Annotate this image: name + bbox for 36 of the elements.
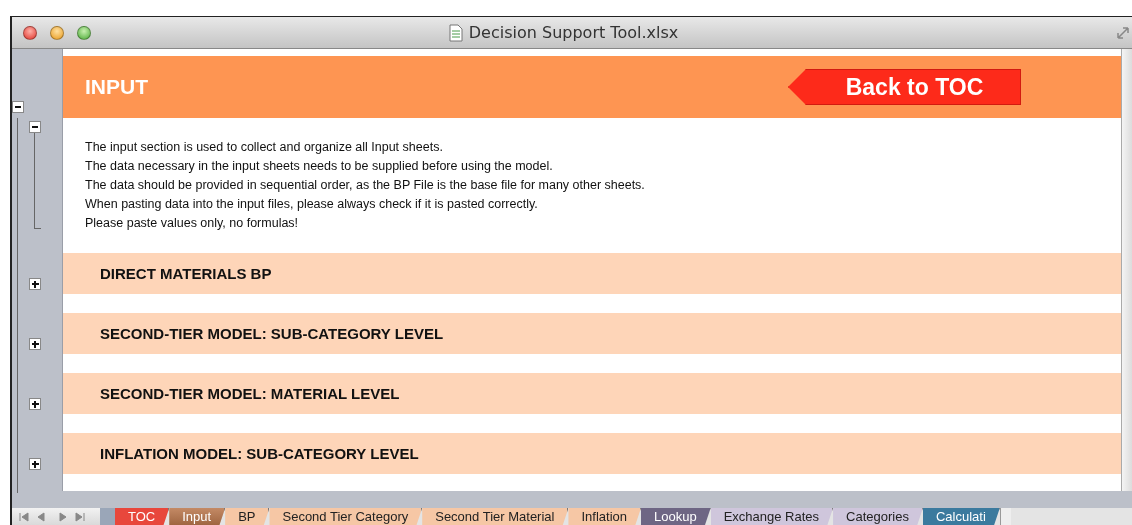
instruction-text: When pasting data into the input files, please always check if it is pasted correctly.: [85, 196, 539, 213]
sheet-tab[interactable]: Categories: [833, 508, 923, 525]
sheet-tab[interactable]: Input: [169, 508, 226, 525]
resize-icon[interactable]: [1116, 25, 1130, 40]
zoom-button[interactable]: [77, 25, 91, 40]
section-header: SECOND-TIER MODEL: SUB-CATEGORY LEVEL: [63, 313, 1121, 354]
expand-button[interactable]: [29, 278, 41, 290]
minimize-button[interactable]: [50, 25, 64, 40]
expand-button[interactable]: [29, 338, 41, 350]
tab-split-handle[interactable]: [100, 508, 115, 525]
instruction-text: The data should be provided in sequential order, as the BP File is the base file for many other sheets.: [85, 177, 646, 194]
document-icon: [448, 23, 463, 42]
sheet-tab[interactable]: Second Tier Material: [422, 508, 569, 525]
collapse-button[interactable]: [29, 121, 41, 133]
instruction-text: Please paste values only, no formulas!: [85, 215, 300, 232]
sheet-tab[interactable]: Inflation: [568, 508, 641, 525]
close-button[interactable]: [23, 25, 37, 40]
instruction-text: The data necessary in the input sheets needs to be supplied before using the model.: [85, 158, 554, 175]
sheet-tab[interactable]: TOC: [115, 508, 170, 525]
window-title: Decision Support Tool.xlsx: [468, 23, 679, 42]
sheet-tab[interactable]: BP: [225, 508, 270, 525]
section-header: SECOND-TIER MODEL: MATERIAL LEVEL: [63, 373, 1121, 414]
section-title: INPUT: [85, 75, 148, 99]
sheet-tab[interactable]: Lookup: [641, 508, 711, 525]
expand-button[interactable]: [29, 458, 41, 470]
section-header: INFLATION MODEL: SUB-CATEGORY LEVEL: [63, 433, 1121, 474]
sheet-tab[interactable]: Calculati: [922, 508, 1000, 525]
back-to-toc-button[interactable]: Back to TOC: [788, 69, 1021, 105]
sheet-tab[interactable]: Exchange Rates: [710, 508, 834, 525]
section-header: DIRECT MATERIALS BP: [63, 253, 1121, 294]
splitter-handle[interactable]: [999, 508, 1011, 525]
expand-button[interactable]: [29, 398, 41, 410]
sheet-tab[interactable]: Second Tier Category: [269, 508, 423, 525]
instruction-text: The input section is used to collect and organize all Input sheets.: [85, 139, 444, 156]
sheet-navigation-arrows-icon[interactable]: [12, 508, 100, 525]
collapse-button[interactable]: [12, 101, 24, 113]
